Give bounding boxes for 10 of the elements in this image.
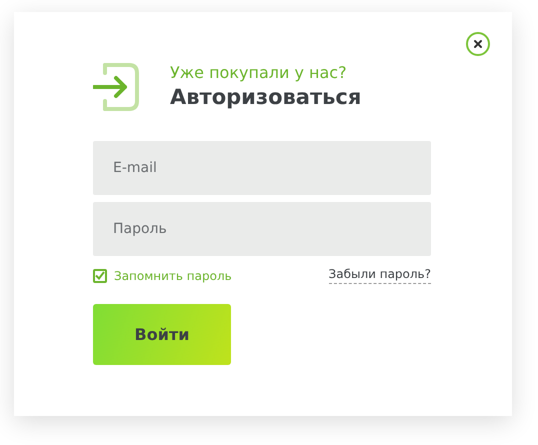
input-field[interactable]: Пароль [93,202,431,256]
login-button[interactable]: Войти [93,304,231,365]
subtitle: Уже покупали у нас? [170,63,348,83]
close-button[interactable] [466,32,490,56]
login-icon [93,63,139,111]
input-field[interactable]: E-mail [93,141,431,195]
dialog-title: Авторизоваться [170,84,362,111]
close-icon [473,39,483,49]
forgot-password-link[interactable]: Забыли пароль? [328,267,431,284]
remember-checkbox[interactable] [93,268,107,282]
